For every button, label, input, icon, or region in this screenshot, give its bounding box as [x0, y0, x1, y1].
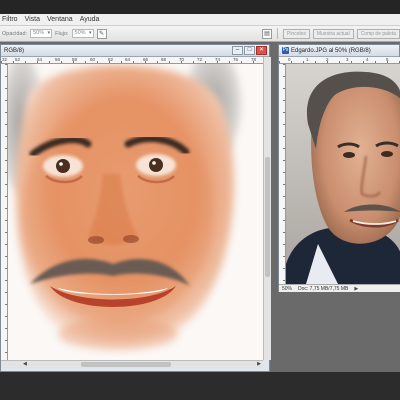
vertical-scroll-thumb[interactable]	[265, 157, 270, 277]
ruler-label: 0	[288, 57, 291, 62]
panel-toggle-icon[interactable]: ▤	[261, 28, 272, 39]
ruler-label: 52	[15, 57, 21, 62]
ruler-label: 64	[125, 57, 131, 62]
vertical-ruler[interactable]	[1, 64, 8, 360]
document-title: RGB/8)	[4, 47, 25, 54]
ruler-label: 70	[179, 57, 185, 62]
ruler-label: 76	[233, 57, 239, 62]
opacity-field[interactable]: 50%	[30, 29, 53, 38]
ruler-label: 78	[251, 57, 257, 62]
menu-bar: Filtro Vista Ventana Ayuda	[0, 14, 400, 26]
horizontal-ruler[interactable]: 32 52 54 56 58 60 62 64 66 68 70 72 74 7…	[1, 57, 263, 64]
caricature-painting	[8, 64, 241, 350]
photoshop-doc-icon: Ps	[282, 47, 289, 54]
flow-field[interactable]: 50%	[71, 29, 94, 38]
vertical-scrollbar[interactable]	[263, 57, 271, 360]
ruler-label: 2	[326, 57, 329, 62]
horizontal-scroll-thumb[interactable]	[81, 362, 171, 367]
flow-label: Flujo:	[55, 30, 69, 37]
photo-canvas[interactable]	[286, 64, 400, 284]
ruler-label: 68	[161, 57, 167, 62]
maximize-button[interactable]: □	[244, 46, 255, 55]
minimize-button[interactable]: –	[232, 46, 243, 55]
painting-canvas[interactable]	[8, 64, 263, 360]
palette-button[interactable]: Comp de paleta	[356, 28, 400, 39]
document-titlebar[interactable]: RGB/8) – □ ✕	[1, 45, 269, 57]
document-window-photo[interactable]: Ps Edgardo.JPG al 50% (RGB/8) 0 1 2 3 4 …	[278, 44, 400, 292]
ruler-label: 74	[215, 57, 221, 62]
bottom-strip	[0, 372, 400, 400]
menu-filtro[interactable]: Filtro	[2, 16, 18, 23]
ruler-label: 56	[55, 57, 61, 62]
close-button[interactable]: ✕	[256, 46, 267, 55]
vertical-ruler[interactable]	[279, 64, 286, 284]
status-bar: 50% Doc: 7,75 MB/7,75 MB ▶	[279, 284, 400, 292]
ruler-label: 4	[366, 57, 369, 62]
ruler-label: 62	[108, 57, 114, 62]
ruler-label: 66	[143, 57, 149, 62]
ruler-label: 72	[197, 57, 203, 62]
ruler-label: 5	[386, 57, 389, 62]
ruler-label: 32	[2, 57, 8, 62]
doc-size: Doc: 7,75 MB/7,75 MB	[298, 285, 349, 292]
menu-ayuda[interactable]: Ayuda	[80, 16, 100, 23]
zoom-level[interactable]: 50%	[282, 286, 292, 292]
scroll-left-icon[interactable]: ◀	[23, 361, 27, 367]
horizontal-ruler[interactable]: 0 1 2 3 4 5	[279, 57, 400, 64]
horizontal-scrollbar[interactable]: ◀ ▶	[1, 360, 263, 368]
menu-ventana[interactable]: Ventana	[47, 16, 73, 23]
airbrush-icon[interactable]: ✎	[96, 28, 107, 39]
ruler-label: 60	[90, 57, 96, 62]
ruler-label: 3	[346, 57, 349, 62]
status-menu-icon[interactable]: ▶	[354, 286, 358, 292]
menu-vista[interactable]: Vista	[25, 16, 40, 23]
ruler-label: 1	[306, 57, 309, 62]
scroll-right-icon[interactable]: ▶	[257, 361, 261, 367]
options-bar: Opacidad: 50% Flujo: 50% ✎ ▤ Pinceles Mu…	[0, 26, 400, 42]
window-buttons: – □ ✕	[232, 46, 267, 55]
current-sample-button[interactable]: Muestra actual	[312, 28, 354, 39]
ruler-label: 54	[37, 57, 43, 62]
top-strip	[0, 0, 400, 14]
reference-photo	[286, 64, 400, 284]
brushes-button[interactable]: Pinceles	[282, 28, 310, 39]
options-separator	[276, 28, 278, 39]
ruler-label: 58	[72, 57, 78, 62]
document-title: Edgardo.JPG al 50% (RGB/8)	[291, 47, 371, 54]
opacity-label: Opacidad:	[2, 30, 28, 37]
document-titlebar[interactable]: Ps Edgardo.JPG al 50% (RGB/8)	[279, 45, 399, 57]
document-window-painting[interactable]: RGB/8) – □ ✕ 32 52 54 56 58 60 62 64 66 …	[0, 44, 271, 372]
